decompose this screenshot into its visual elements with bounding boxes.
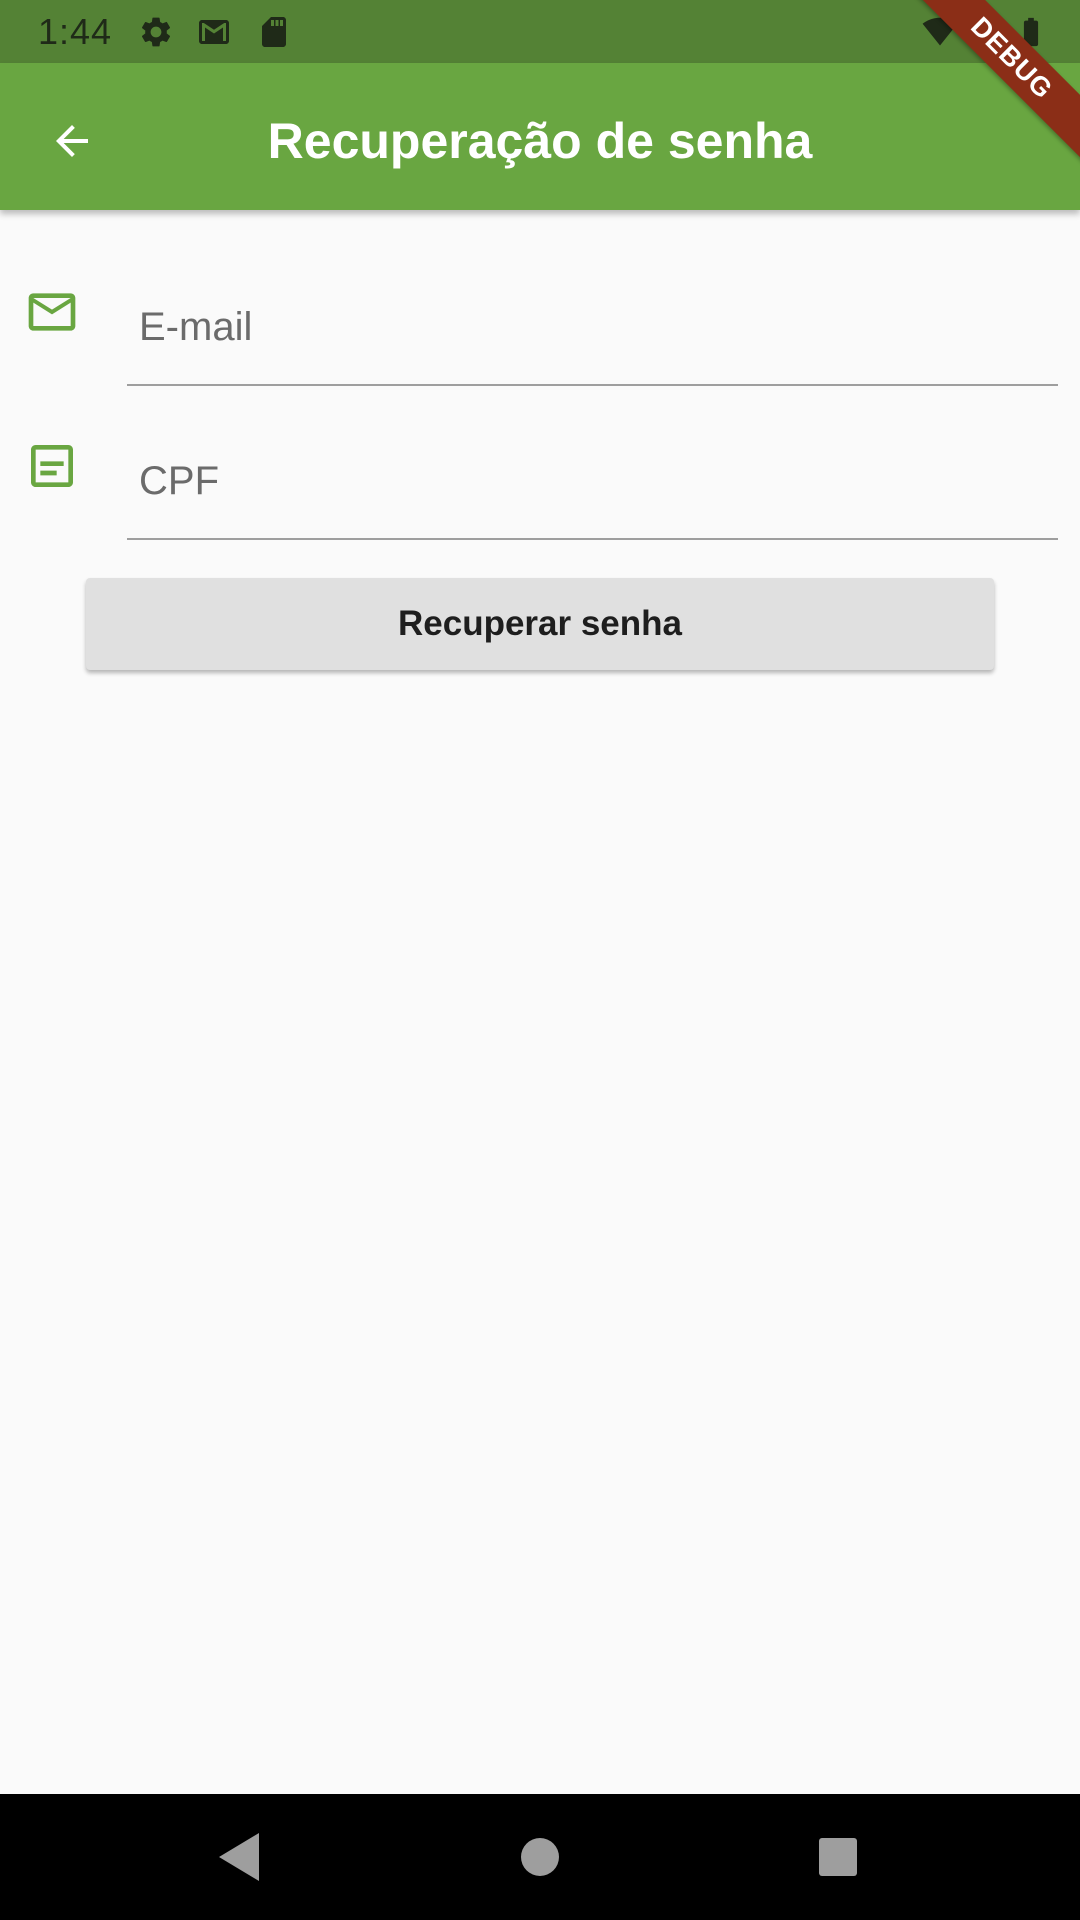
status-time: 1:44 bbox=[38, 11, 113, 52]
battery-icon bbox=[1014, 14, 1048, 50]
nav-recents-icon bbox=[819, 1838, 857, 1876]
page-title: Recuperação de senha bbox=[267, 113, 813, 169]
app-bar: Recuperação de senha bbox=[0, 63, 1080, 210]
system-nav-bar bbox=[0, 1794, 1080, 1920]
wifi-icon bbox=[922, 14, 958, 50]
nav-home-icon bbox=[521, 1838, 559, 1876]
sd-card-icon bbox=[256, 14, 292, 50]
settings-icon bbox=[138, 14, 174, 50]
screen: 1:44 Recuperação de senha DEBUG E-mail C… bbox=[0, 0, 1080, 1920]
nav-back-icon bbox=[219, 1833, 259, 1881]
email-field-row bbox=[0, 270, 1080, 410]
cpf-field-row bbox=[0, 424, 1080, 564]
gmail-icon bbox=[194, 14, 234, 50]
nav-home-button[interactable] bbox=[505, 1822, 575, 1892]
document-icon bbox=[24, 438, 80, 494]
recover-password-button[interactable]: Recuperar senha bbox=[86, 578, 994, 670]
status-bar: 1:44 bbox=[0, 0, 1080, 63]
nav-recents-button[interactable] bbox=[803, 1822, 873, 1892]
mail-icon bbox=[24, 284, 80, 340]
cpf-field[interactable] bbox=[127, 424, 1058, 540]
signal-icon bbox=[968, 14, 1004, 50]
email-field[interactable] bbox=[127, 270, 1058, 386]
nav-back-button[interactable] bbox=[204, 1822, 274, 1892]
